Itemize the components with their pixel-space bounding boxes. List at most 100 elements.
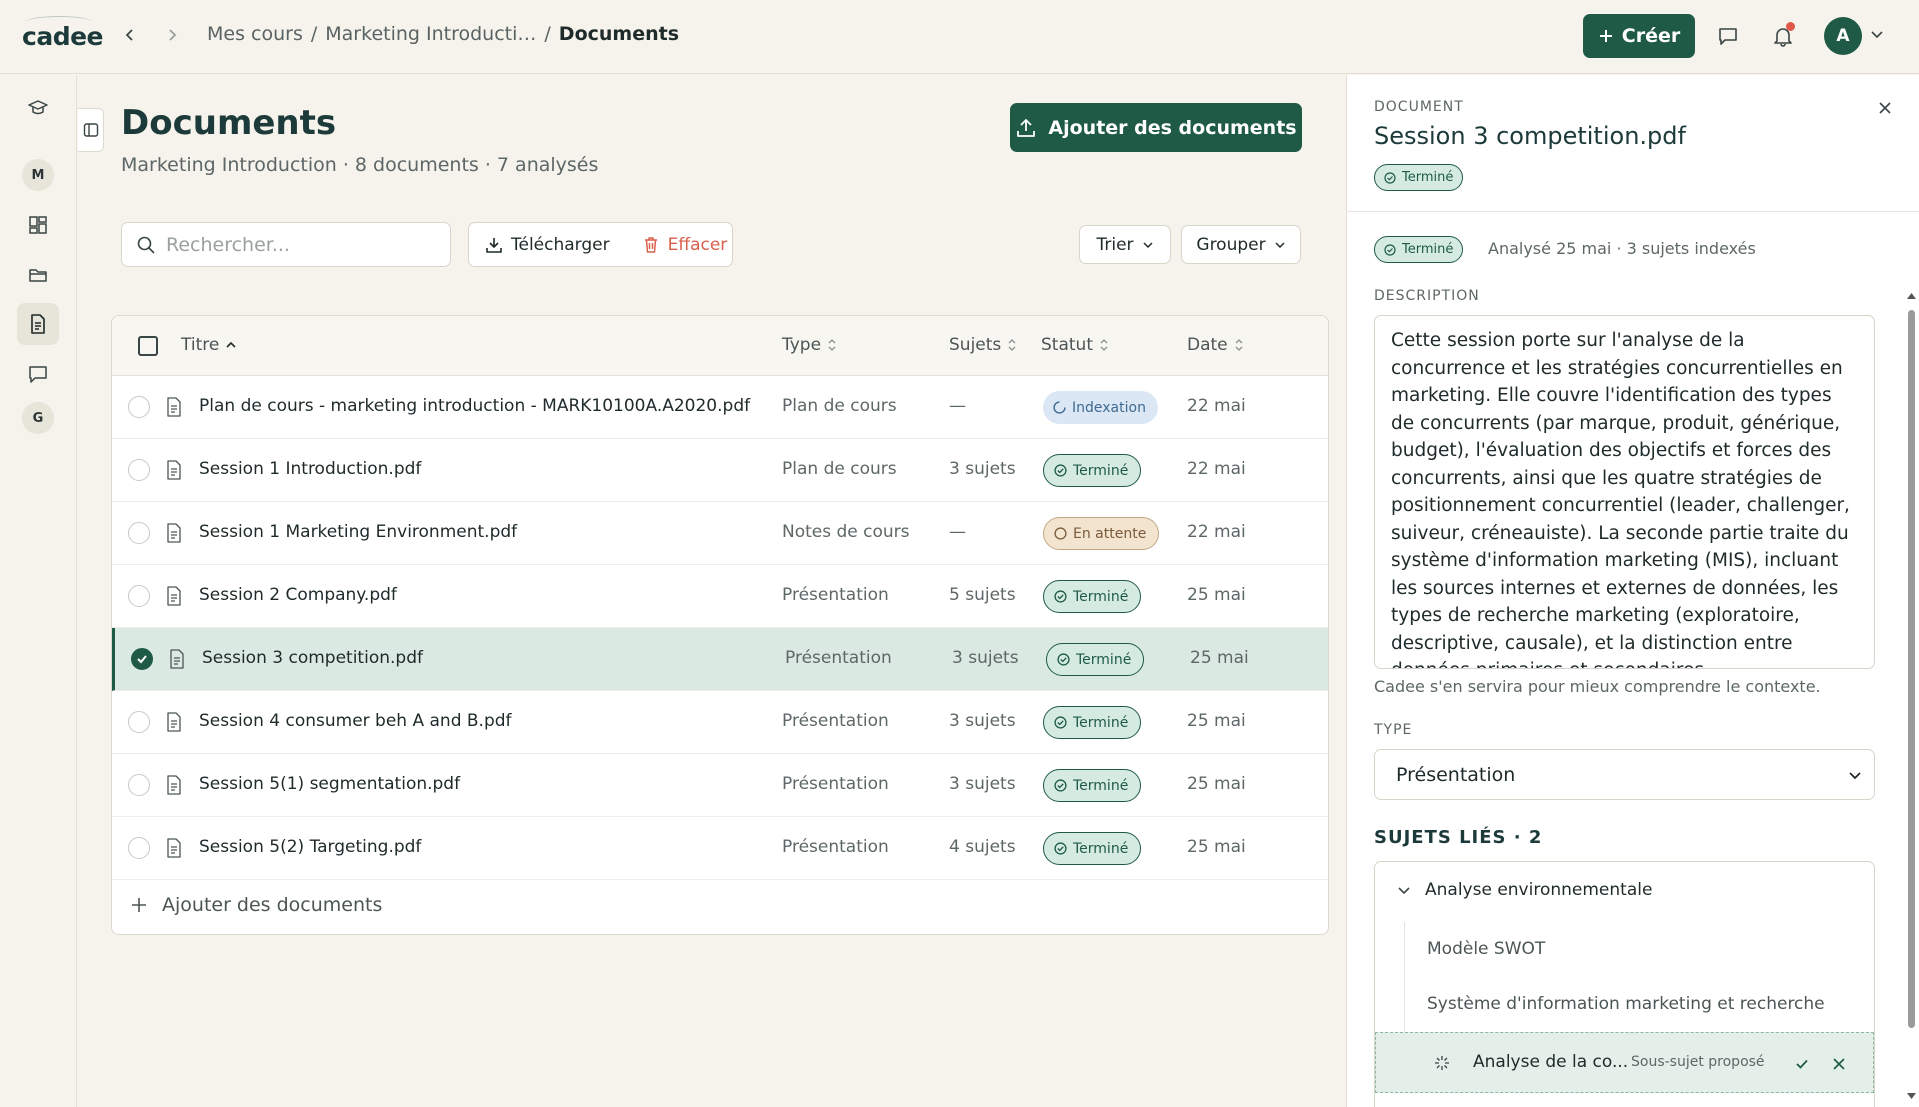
- logo[interactable]: cadee: [22, 22, 104, 51]
- close-icon[interactable]: [1877, 100, 1893, 120]
- trash-icon: [644, 236, 657, 253]
- description-help: Cadee s'en servira pour mieux comprendre…: [1374, 677, 1821, 696]
- sort-button[interactable]: Trier: [1079, 225, 1171, 264]
- status-badge: Terminé: [1374, 236, 1464, 263]
- avatar[interactable]: A: [1824, 17, 1862, 55]
- row-select-radio[interactable]: [128, 396, 150, 418]
- table-row[interactable]: Session 3 competition.pdf Présentation 3 s…: [112, 628, 1328, 691]
- download-button[interactable]: Télécharger: [469, 223, 626, 266]
- search-box[interactable]: [121, 222, 451, 267]
- row-select-radio[interactable]: [131, 648, 153, 670]
- column-title[interactable]: Titre: [181, 335, 237, 355]
- row-type: Présentation: [782, 774, 889, 794]
- row-date: 25 mai: [1187, 585, 1246, 605]
- row-select-radio[interactable]: [128, 837, 150, 859]
- column-subjects[interactable]: Sujets: [949, 335, 1017, 355]
- add-documents-button[interactable]: Ajouter des documents: [1010, 103, 1302, 152]
- row-title[interactable]: Session 5(1) segmentation.pdf: [199, 774, 460, 794]
- row-select-radio[interactable]: [128, 522, 150, 544]
- documents-icon[interactable]: [17, 303, 59, 345]
- breadcrumb-courses[interactable]: Mes cours: [207, 23, 303, 45]
- add-documents-row-label: Ajouter des documents: [162, 894, 383, 916]
- chevron-down-icon[interactable]: [1870, 26, 1884, 45]
- dashboard-icon[interactable]: [17, 204, 59, 246]
- add-documents-row[interactable]: Ajouter des documents: [130, 894, 382, 916]
- document-detail-panel: DOCUMENT Session 3 competition.pdf Termi…: [1346, 75, 1919, 1107]
- back-arrow-icon[interactable]: [117, 22, 143, 48]
- column-date-label: Date: [1187, 335, 1228, 355]
- table-row[interactable]: Session 1 Introduction.pdf Plan de cours 3…: [112, 439, 1328, 502]
- column-status-label: Statut: [1041, 335, 1093, 355]
- row-date: 25 mai: [1187, 711, 1246, 731]
- scroll-thumb[interactable]: [1908, 310, 1915, 1028]
- rail-course-g[interactable]: G: [22, 402, 54, 434]
- row-title[interactable]: Session 3 competition.pdf: [202, 648, 423, 668]
- subject-child[interactable]: Modèle SWOT: [1427, 939, 1545, 959]
- type-select[interactable]: Présentation: [1374, 749, 1875, 800]
- status-badge-label: Terminé: [1402, 170, 1454, 185]
- row-title[interactable]: Session 1 Marketing Environment.pdf: [199, 522, 517, 542]
- select-all-checkbox[interactable]: [138, 336, 158, 356]
- sort-label: Trier: [1096, 234, 1134, 255]
- column-subjects-label: Sujets: [949, 335, 1002, 355]
- row-title[interactable]: Session 1 Introduction.pdf: [199, 459, 421, 479]
- sidebar-toggle-icon[interactable]: [78, 108, 104, 152]
- table-row[interactable]: Session 4 consumer beh A and B.pdf Présen…: [112, 691, 1328, 754]
- row-select-radio[interactable]: [128, 711, 150, 733]
- column-status[interactable]: Statut: [1041, 335, 1109, 355]
- panel-scrollbar[interactable]: [1906, 220, 1916, 1100]
- table-row[interactable]: Session 5(2) Targeting.pdf Présentation 4 …: [112, 817, 1328, 880]
- row-date: 22 mai: [1187, 459, 1246, 479]
- scroll-up-icon[interactable]: [1906, 292, 1917, 300]
- row-title[interactable]: Session 5(2) Targeting.pdf: [199, 837, 421, 857]
- row-title[interactable]: Session 2 Company.pdf: [199, 585, 397, 605]
- delete-button[interactable]: Effacer: [626, 223, 744, 266]
- table-row[interactable]: Session 2 Company.pdf Présentation 5 sujet…: [112, 565, 1328, 628]
- message-icon[interactable]: [17, 353, 59, 395]
- row-select-radio[interactable]: [128, 774, 150, 796]
- column-type[interactable]: Type: [782, 335, 837, 355]
- group-button[interactable]: Grouper: [1181, 225, 1301, 264]
- status-badge: Terminé: [1043, 454, 1142, 487]
- column-date[interactable]: Date: [1187, 335, 1244, 355]
- row-select-radio[interactable]: [128, 585, 150, 607]
- delete-label: Effacer: [667, 234, 728, 255]
- reject-close-icon[interactable]: [1832, 1057, 1846, 1071]
- row-date: 22 mai: [1187, 522, 1246, 542]
- suggested-subtopic: Analyse de la co... Sous-sujet proposé: [1375, 1032, 1874, 1093]
- scroll-down-icon[interactable]: [1906, 1092, 1917, 1100]
- file-icon: [167, 397, 181, 417]
- row-type: Plan de cours: [782, 459, 897, 479]
- table-row[interactable]: Session 1 Marketing Environment.pdf Notes…: [112, 502, 1328, 565]
- folder-icon[interactable]: [17, 254, 59, 296]
- subject-child[interactable]: Système d'information marketing et reche…: [1427, 994, 1825, 1014]
- linked-subjects-list: Analyse environnementale Modèle SWOT Sys…: [1374, 861, 1875, 1107]
- bulk-actions: Télécharger Effacer: [468, 222, 733, 267]
- description-textarea[interactable]: Cette session porte sur l'analyse de la …: [1374, 315, 1875, 669]
- forward-arrow-icon[interactable]: [159, 22, 185, 48]
- file-icon: [167, 460, 181, 480]
- rail-course-m[interactable]: M: [22, 159, 54, 191]
- subject-parent-label: Analyse environnementale: [1425, 880, 1653, 900]
- chat-icon[interactable]: [1714, 22, 1742, 50]
- status-badge: Terminé: [1043, 832, 1142, 865]
- row-title[interactable]: Session 4 consumer beh A and B.pdf: [199, 711, 512, 731]
- accept-check-icon[interactable]: [1794, 1056, 1810, 1072]
- search-input[interactable]: [166, 233, 436, 256]
- status-badge: Terminé: [1374, 164, 1464, 191]
- group-label: Grouper: [1196, 234, 1266, 255]
- graduation-cap-icon[interactable]: [17, 87, 59, 129]
- breadcrumb-course[interactable]: Marketing Introducti…: [325, 23, 536, 45]
- create-button[interactable]: Créer: [1583, 14, 1695, 58]
- bell-icon[interactable]: [1769, 22, 1797, 50]
- type-label: TYPE: [1374, 722, 1413, 738]
- table-row[interactable]: Plan de cours - marketing introduction -…: [112, 376, 1328, 439]
- row-title[interactable]: Plan de cours - marketing introduction -…: [199, 396, 750, 416]
- chevron-down-icon: [1275, 241, 1285, 248]
- row-select-radio[interactable]: [128, 459, 150, 481]
- status-badge-label: Terminé: [1073, 840, 1129, 857]
- table-row[interactable]: Session 5(1) segmentation.pdf Présentatio…: [112, 754, 1328, 817]
- subject-parent[interactable]: Analyse environnementale: [1397, 880, 1652, 900]
- column-title-label: Titre: [181, 335, 220, 355]
- check-circle-icon: [1054, 842, 1067, 855]
